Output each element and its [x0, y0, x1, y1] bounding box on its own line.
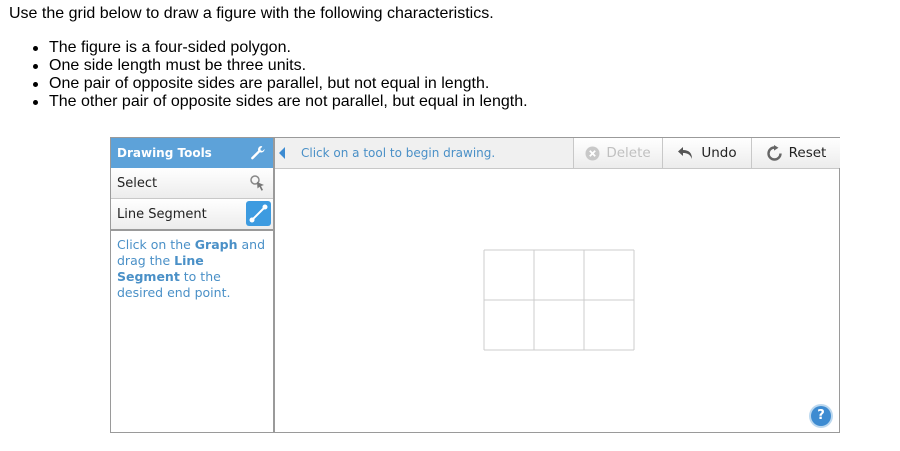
help-button[interactable]: ?: [811, 406, 831, 426]
requirements-list: The figure is a four-sided polygon. One …: [33, 39, 528, 111]
tool-line-segment-label: Line Segment: [117, 206, 207, 222]
drawing-tools-panel: Drawing Tools Select Line Segment Click …: [111, 138, 275, 432]
drawing-toolbar: Click on a tool to begin drawing. Delete…: [275, 138, 840, 169]
requirement-item: One side length must be three units.: [33, 57, 528, 75]
undo-label: Undo: [701, 145, 737, 161]
delete-button[interactable]: Delete: [573, 138, 662, 168]
drawing-tools-header: Drawing Tools: [111, 138, 273, 168]
undo-icon: [678, 146, 693, 159]
tool-select[interactable]: Select: [111, 168, 273, 199]
requirement-item: The figure is a four-sided polygon.: [33, 39, 528, 57]
undo-button[interactable]: Undo: [662, 138, 751, 168]
reset-label: Reset: [788, 145, 827, 161]
reset-button[interactable]: Reset: [751, 138, 840, 168]
line-segment-icon: [246, 201, 271, 226]
delete-icon: [585, 146, 600, 160]
status-message: Click on a tool to begin drawing.: [301, 146, 496, 160]
reset-icon: [766, 144, 782, 161]
instructions-intro: Use the grid below to draw a figure with…: [9, 5, 494, 22]
tool-line-segment[interactable]: Line Segment: [111, 199, 273, 231]
requirement-item: One pair of opposite sides are parallel,…: [33, 75, 528, 93]
select-pointer-icon: [250, 175, 264, 191]
drawing-tools-title: Drawing Tools: [117, 146, 212, 160]
drawing-widget: Drawing Tools Select Line Segment Click …: [110, 137, 840, 433]
wrench-icon: [251, 146, 265, 160]
hint-graph-term: Graph: [194, 237, 238, 252]
collapse-arrow-icon[interactable]: [279, 147, 285, 159]
tool-select-label: Select: [117, 175, 158, 191]
hint-text: Click on the: [117, 237, 195, 252]
drawing-grid[interactable]: [483, 249, 635, 351]
graph-area[interactable]: ?: [275, 169, 839, 432]
status-bar: Click on a tool to begin drawing.: [275, 138, 573, 168]
tool-hint: Click on the Graph and drag the Line Seg…: [111, 231, 273, 307]
delete-label: Delete: [606, 145, 651, 161]
requirement-item: The other pair of opposite sides are not…: [33, 93, 528, 110]
